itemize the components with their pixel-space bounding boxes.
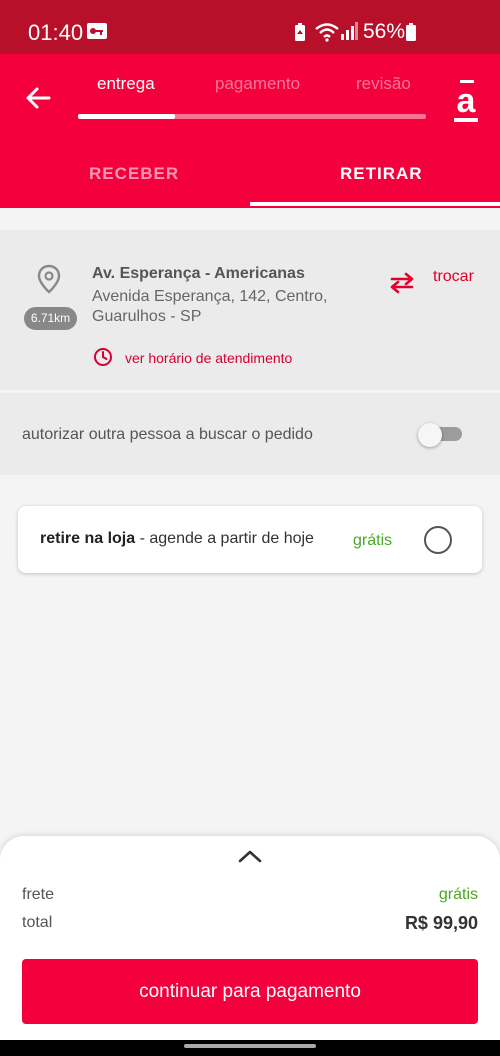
- store-card: 6.71km Av. Esperança - Americanas Avenid…: [0, 230, 500, 390]
- checkout-header: entrega pagamento revisão a RECEBER RETI…: [0, 54, 500, 208]
- total-label: total: [22, 914, 53, 931]
- pickup-option-price: grátis: [353, 532, 393, 549]
- home-handle[interactable]: [184, 1044, 316, 1048]
- tab-receber[interactable]: RECEBER: [89, 164, 179, 184]
- authorize-pickup-label: autorizar outra pessoa a buscar o pedido: [22, 426, 313, 443]
- authorize-pickup-row: autorizar outra pessoa a buscar o pedido: [0, 393, 500, 475]
- status-bar: 01:40 56%: [0, 0, 500, 54]
- location-pin-icon: [37, 264, 61, 299]
- system-nav-bar: [0, 1040, 500, 1056]
- pickup-option-text: retire na loja - agende a partir de hoje: [40, 530, 314, 548]
- change-store-link[interactable]: trocar: [433, 268, 474, 286]
- pickup-option-radio[interactable]: [424, 526, 452, 554]
- continue-to-payment-button[interactable]: continuar para pagamento: [22, 959, 478, 1024]
- battery-saver-icon: [293, 22, 307, 47]
- distance-badge: 6.71km: [24, 307, 77, 330]
- checkout-progress-bar: [78, 114, 426, 119]
- pickup-option-title: retire na loja: [40, 530, 136, 547]
- arrow-left-icon: [26, 87, 51, 109]
- shipping-label: frete: [22, 886, 55, 903]
- step-entrega: entrega: [97, 74, 155, 93]
- status-time: 01:40: [28, 20, 84, 45]
- authorize-pickup-toggle[interactable]: [418, 423, 462, 447]
- svg-text:a: a: [457, 82, 477, 120]
- tab-retirar[interactable]: RETIRAR: [340, 164, 423, 184]
- pickup-option-subtitle: - agende a partir de hoje: [135, 530, 314, 547]
- tab-indicator: [250, 202, 500, 206]
- clock-icon: [93, 347, 113, 372]
- total-value: R$ 99,90: [404, 913, 478, 933]
- battery-percent: 56%: [363, 20, 406, 43]
- opening-hours-link[interactable]: ver horário de atendimento: [125, 350, 292, 366]
- battery-icon: [405, 22, 417, 47]
- chevron-up-icon[interactable]: [237, 848, 263, 869]
- step-revisao: revisão: [356, 74, 411, 93]
- step-pagamento: pagamento: [215, 74, 301, 93]
- order-summary-sheet: frete grátis total R$ 99,90 continuar pa…: [0, 836, 500, 1040]
- wifi-icon: [314, 22, 340, 47]
- store-name: Av. Esperança - Americanas: [92, 265, 305, 282]
- notification-key-icon: [86, 22, 108, 45]
- signal-icon: [340, 22, 358, 45]
- checkout-progress-fill: [78, 114, 176, 119]
- swap-icon[interactable]: [388, 272, 416, 299]
- toggle-knob: [418, 423, 442, 447]
- pickup-option-card[interactable]: retire na loja - agende a partir de hoje…: [18, 506, 482, 573]
- store-address: Avenida Esperança, 142, Centro, Guarulho…: [92, 288, 328, 325]
- americanas-logo[interactable]: a: [448, 78, 484, 124]
- back-button[interactable]: [20, 80, 56, 116]
- shipping-value: grátis: [438, 886, 478, 903]
